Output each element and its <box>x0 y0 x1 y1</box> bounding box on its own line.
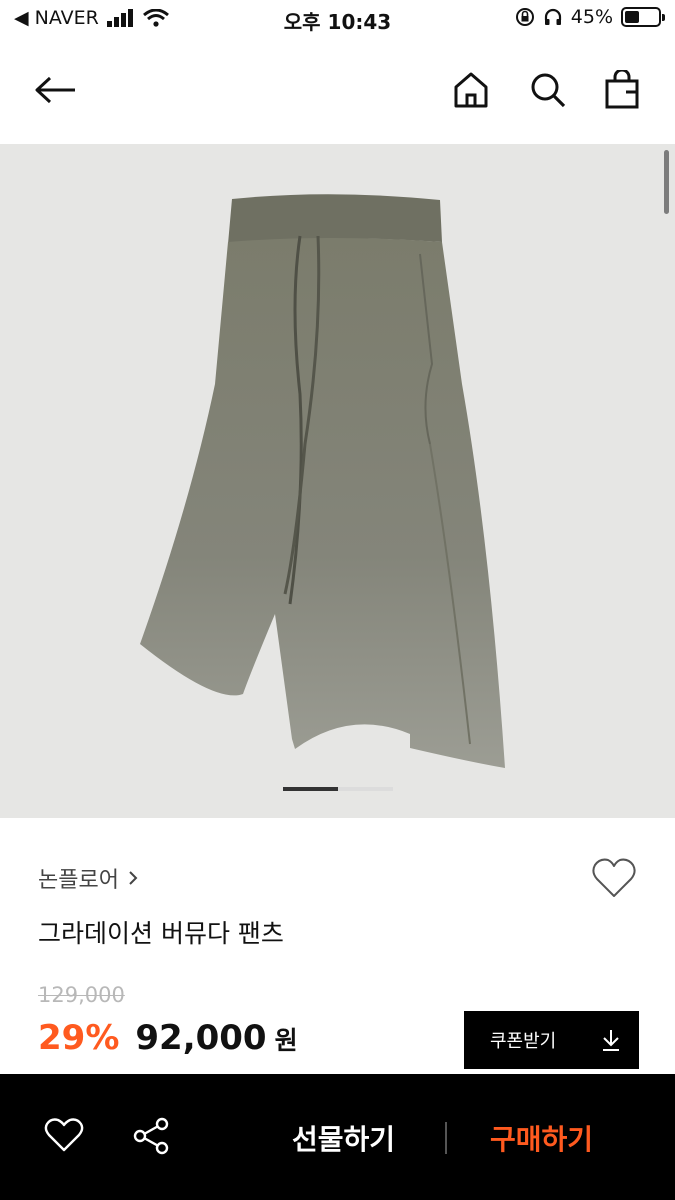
divider <box>445 1122 447 1154</box>
headphones-icon <box>544 8 561 25</box>
search-icon <box>531 73 566 108</box>
coupon-label: 쿠폰받기 <box>490 1031 557 1052</box>
coupon-download-button[interactable]: 쿠폰받기 <box>464 1011 639 1069</box>
brand-name: 논플로어 <box>38 868 119 893</box>
back-arrow-icon <box>35 76 75 104</box>
discount-rate: 29% <box>38 1018 120 1058</box>
wishlist-button[interactable] <box>591 856 637 900</box>
status-right: 45% <box>515 6 665 28</box>
heart-icon <box>44 1118 84 1152</box>
search-button[interactable] <box>523 65 573 115</box>
currency-unit: 원 <box>274 1026 298 1055</box>
product-name: 그라데이션 버뮤다 팬츠 <box>38 919 284 948</box>
share-button[interactable] <box>132 1116 172 1160</box>
product-image[interactable] <box>0 144 675 818</box>
pager-active-indicator <box>283 787 338 791</box>
home-icon <box>454 72 488 108</box>
battery-icon <box>621 7 665 27</box>
gift-button[interactable]: 선물하기 <box>292 1118 395 1158</box>
bottom-action-bar: 선물하기 구매하기 <box>0 1074 675 1200</box>
battery-percent: 45% <box>570 6 613 28</box>
shopping-bag-icon <box>605 70 639 109</box>
pager-indicator <box>338 787 393 791</box>
heart-outline-icon <box>592 858 636 897</box>
home-button[interactable] <box>446 65 496 115</box>
image-pager <box>283 787 393 791</box>
scrollbar[interactable] <box>664 150 669 214</box>
cart-button[interactable] <box>597 65 647 115</box>
price-row: 29% 92,000 원 <box>38 1018 298 1058</box>
original-price: 129,000 <box>38 983 125 1007</box>
like-button[interactable] <box>44 1117 84 1157</box>
share-icon <box>133 1117 169 1155</box>
status-bar: ◀ NAVER 오후 10:43 45% <box>0 0 675 40</box>
chevron-right-icon <box>129 871 138 885</box>
download-icon <box>603 1030 619 1051</box>
buy-button[interactable]: 구매하기 <box>490 1118 593 1158</box>
rotation-lock-icon <box>515 8 534 26</box>
pants-photo <box>140 194 505 768</box>
top-navigation <box>0 40 675 144</box>
back-button[interactable] <box>30 65 80 115</box>
sale-price: 92,000 <box>135 1018 267 1058</box>
brand-link[interactable]: 논플로어 <box>38 862 139 894</box>
